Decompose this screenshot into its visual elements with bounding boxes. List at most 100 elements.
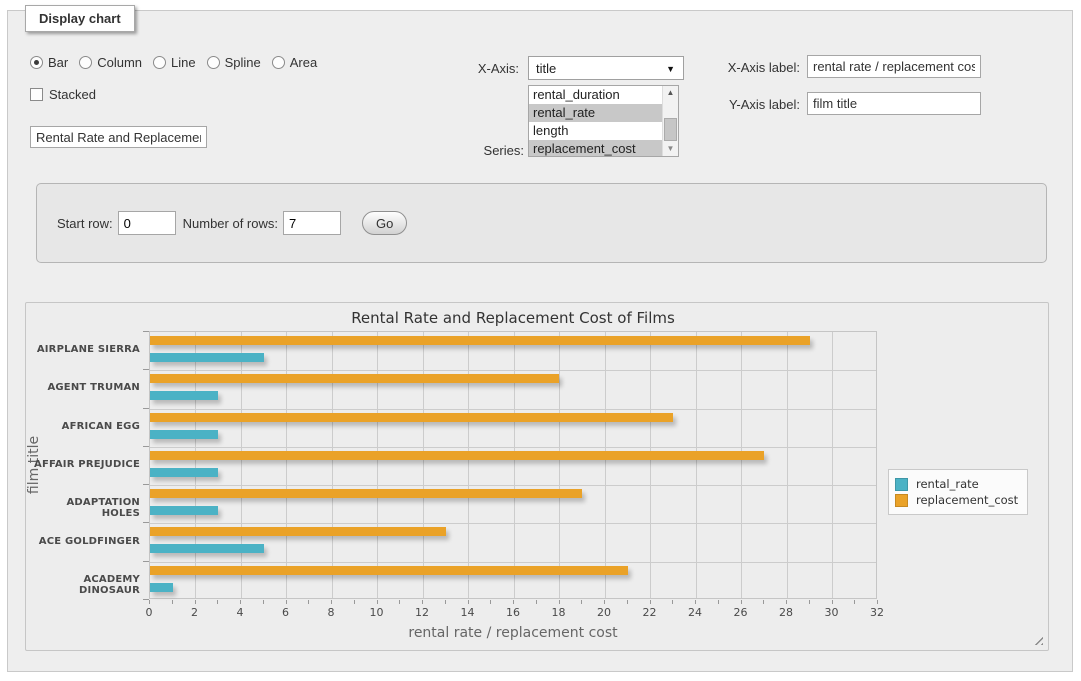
x-minor-tick [581, 600, 582, 604]
x-minor-tick [354, 600, 355, 604]
x-tick-label: 24 [675, 606, 715, 619]
bar-rental_rate [150, 468, 218, 477]
number-of-rows-label: Number of rows: [183, 216, 278, 231]
scroll-down-icon[interactable]: ▼ [663, 142, 678, 156]
x-tick-label: 8 [311, 606, 351, 619]
gridline-vertical [377, 332, 378, 598]
radio-icon [207, 56, 220, 69]
x-tick-label: 20 [584, 606, 624, 619]
x-minor-tick [445, 600, 446, 604]
bar-replacement_cost [150, 566, 628, 575]
x-axis-selected-value: title [536, 61, 556, 76]
x-tick-label: 30 [812, 606, 852, 619]
x-minor-tick [786, 600, 787, 604]
legend-swatch [895, 478, 908, 491]
number-of-rows-input[interactable] [283, 211, 341, 235]
gridline-vertical [195, 332, 196, 598]
x-tick-label: 12 [402, 606, 442, 619]
x-tick-label: 18 [539, 606, 579, 619]
x-minor-tick [650, 600, 651, 604]
x-tick-label: 32 [857, 606, 897, 619]
bar-replacement_cost [150, 413, 673, 422]
scroll-thumb[interactable] [664, 118, 677, 141]
gridline-horizontal [150, 370, 876, 371]
y-tick-mark [143, 599, 149, 600]
radio-label: Bar [48, 55, 68, 70]
x-minor-tick [240, 600, 241, 604]
legend-item: rental_rate [895, 477, 1018, 491]
gridline-vertical [696, 332, 697, 598]
series-option-rental_rate[interactable]: rental_rate [529, 104, 662, 122]
bar-rental_rate [150, 544, 264, 553]
gridline-vertical [286, 332, 287, 598]
x-tick-label: 6 [266, 606, 306, 619]
stacked-checkbox[interactable]: Stacked [30, 87, 96, 102]
chart-title-input[interactable] [30, 126, 207, 148]
category-label: AFRICAN EGG [26, 421, 140, 432]
x-minor-tick [149, 600, 150, 604]
radio-icon [153, 56, 166, 69]
x-minor-tick [195, 600, 196, 604]
x-axis-select[interactable]: title ▼ [528, 56, 684, 80]
x-axis-label-input[interactable] [807, 55, 981, 78]
radio-label: Area [290, 55, 317, 70]
gridline-vertical [241, 332, 242, 598]
gridline-vertical [514, 332, 515, 598]
x-minor-tick [877, 600, 878, 604]
go-button[interactable]: Go [362, 211, 407, 235]
chart-type-radio-bar[interactable]: Bar [30, 55, 68, 70]
scroll-up-icon[interactable]: ▲ [663, 86, 678, 100]
gridline-vertical [332, 332, 333, 598]
panel-title: Display chart [25, 5, 135, 32]
legend-item: replacement_cost [895, 493, 1018, 507]
y-axis-label-label: Y-Axis label: [690, 97, 800, 112]
page: Display chart Bar Column Line Spline Area St… [0, 0, 1081, 681]
start-row-label: Start row: [57, 216, 113, 231]
y-tick-mark [143, 446, 149, 447]
checkbox-icon [30, 88, 43, 101]
series-option-replacement_cost[interactable]: replacement_cost [529, 140, 662, 156]
x-minor-tick [172, 600, 173, 604]
radio-label: Line [171, 55, 196, 70]
x-axis-label-label: X-Axis label: [690, 60, 800, 75]
radio-label: Spline [225, 55, 261, 70]
y-tick-mark [143, 522, 149, 523]
x-minor-tick [559, 600, 560, 604]
chart-legend: rental_rate replacement_cost [888, 469, 1028, 515]
chart-type-radios: Bar Column Line Spline Area [30, 55, 328, 70]
series-listbox[interactable]: rental_durationrental_ratelengthreplacem… [528, 85, 679, 157]
y-axis-label-input[interactable] [807, 92, 981, 115]
radio-icon [272, 56, 285, 69]
x-minor-tick [308, 600, 309, 604]
gridline-vertical [832, 332, 833, 598]
x-minor-tick [422, 600, 423, 604]
gridline-vertical [650, 332, 651, 598]
x-minor-tick [627, 600, 628, 604]
gridline-horizontal [150, 523, 876, 524]
series-listbox-options: rental_durationrental_ratelengthreplacem… [529, 86, 662, 156]
gridline-vertical [423, 332, 424, 598]
x-tick-label: 26 [721, 606, 761, 619]
start-row-input[interactable] [118, 211, 176, 235]
stacked-label: Stacked [49, 87, 96, 102]
series-scrollbar[interactable]: ▲ ▼ [662, 86, 678, 156]
chart-type-radio-column[interactable]: Column [79, 55, 142, 70]
bar-replacement_cost [150, 451, 764, 460]
bar-rental_rate [150, 391, 218, 400]
chart-type-radio-area[interactable]: Area [272, 55, 317, 70]
chart-container: Rental Rate and Replacement Cost of Film… [25, 302, 1049, 651]
y-tick-mark [143, 408, 149, 409]
resize-handle-icon[interactable] [1031, 633, 1043, 645]
series-option-rental_duration[interactable]: rental_duration [529, 86, 662, 104]
gridline-vertical [787, 332, 788, 598]
chart-type-radio-spline[interactable]: Spline [207, 55, 261, 70]
y-tick-mark [143, 331, 149, 332]
gridline-vertical [741, 332, 742, 598]
legend-swatch [895, 494, 908, 507]
series-option-length[interactable]: length [529, 122, 662, 140]
gridline-horizontal [150, 562, 876, 563]
gridline-vertical [468, 332, 469, 598]
bar-replacement_cost [150, 336, 810, 345]
x-tick-label: 22 [630, 606, 670, 619]
chart-type-radio-line[interactable]: Line [153, 55, 196, 70]
